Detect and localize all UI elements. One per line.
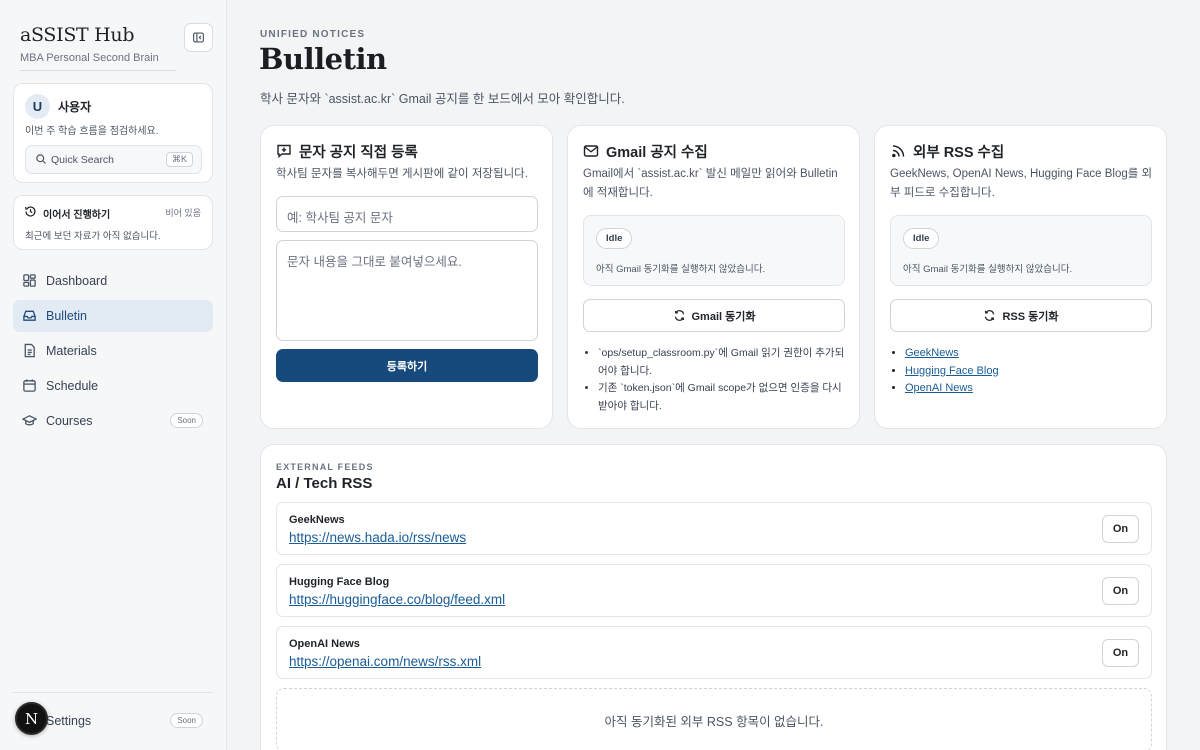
rss-link[interactable]: Hugging Face Blog [905,365,999,377]
rss-link[interactable]: OpenAI News [905,382,973,394]
sidebar-item-materials[interactable]: Materials [13,335,213,367]
empty-state: 아직 동기화된 외부 RSS 항목이 없습니다. [276,688,1152,750]
user-name: 사용자 [58,100,92,114]
feed-url-link[interactable]: https://openai.com/news/rss.xml [289,654,481,669]
feed-toggle-button[interactable]: On [1102,515,1139,543]
continue-description: 최근에 보던 자료가 아직 없습니다. [25,231,161,242]
gmail-sync-label: Gmail 동기화 [691,310,756,323]
status-badge: Idle [596,228,633,249]
note-item: `ops/setup_classroom.py`에 Gmail 읽기 권한이 추… [598,345,845,380]
inbox-icon [23,310,36,321]
status-panel: Idle 아직 Gmail 동기화를 실행하지 않았습니다. [583,215,845,286]
sidebar-item-dashboard[interactable]: Dashboard [13,265,213,297]
soon-badge: Soon [170,713,203,728]
sidebar-divider [13,692,213,693]
sidebar: aSSIST Hub MBA Personal Second Brain U 사… [0,0,227,750]
status-text: 아직 Gmail 동기화를 실행하지 않았습니다. [596,264,766,275]
feed-row: Hugging Face Blog https://huggingface.co… [276,564,1152,617]
brand: aSSIST Hub MBA Personal Second Brain [20,24,159,64]
external-feeds-card: EXTERNAL FEEDS AI / Tech RSS GeekNews ht… [260,444,1167,750]
sidebar-item-label: Schedule [46,379,99,393]
continue-title: 이어서 진행하기 [43,210,111,221]
sidebar-item-label: Materials [46,344,97,358]
sms-notice-card: 문자 공지 직접 등록 학사팀 문자를 복사해두면 게시판에 같이 저장됩니다.… [260,125,553,429]
feed-row: GeekNews https://news.hada.io/rss/news O… [276,502,1152,555]
feed-name: OpenAI News [289,638,360,650]
rss-collect-card: 외부 RSS 수집 GeekNews, OpenAI News, Hugging… [874,125,1167,429]
feed-name: Hugging Face Blog [289,576,390,588]
continue-state: 비어 있음 [165,208,201,218]
sidebar-toggle-icon [193,32,204,43]
user-description: 이번 주 학습 흐름을 점검하세요. [25,126,159,137]
feeds-eyebrow: EXTERNAL FEEDS [276,462,374,472]
rss-link-item: OpenAI News [905,380,1152,398]
page-description: 학사 문자와 `assist.ac.kr` Gmail 공지를 한 보드에서 모… [260,92,625,106]
gmail-collect-card: Gmail 공지 수집 Gmail에서 `assist.ac.kr` 발신 메일… [567,125,860,429]
card-title: 외부 RSS 수집 [913,145,1005,161]
refresh-icon [674,310,684,321]
page-eyebrow: UNIFIED NOTICES [260,29,366,40]
avatar[interactable]: U [25,94,50,119]
status-text: 아직 Gmail 동기화를 실행하지 않았습니다. [903,264,1073,275]
card-title: 문자 공지 직접 등록 [299,145,418,161]
status-panel: Idle 아직 Gmail 동기화를 실행하지 않았습니다. [890,215,1152,286]
notice-title-input[interactable]: 예: 학사팀 공지 문자 [276,196,538,232]
card-description: Gmail에서 `assist.ac.kr` 발신 메일만 읽어와 Bullet… [583,168,838,199]
card-title: Gmail 공지 수집 [606,145,708,161]
history-icon [25,206,36,217]
notice-body-textarea[interactable]: 문자 내용을 그대로 붙여넣으세요. [276,240,538,341]
rss-source-links: GeekNews Hugging Face Blog OpenAI News [890,345,1152,398]
sidebar-item-label: Courses [46,414,93,428]
brand-divider [20,70,176,71]
rss-link-item: GeekNews [905,345,1152,363]
search-icon [36,154,46,164]
grid-icon [23,274,36,287]
sidebar-item-label: Settings [46,714,92,728]
rss-icon [892,145,905,158]
soon-badge: Soon [170,413,203,428]
sidebar-item-schedule[interactable]: Schedule [13,370,213,402]
continue-card: 이어서 진행하기 비어 있음 최근에 보던 자료가 아직 없습니다. [13,195,213,250]
feed-toggle-button[interactable]: On [1102,639,1139,667]
feed-url-link[interactable]: https://huggingface.co/blog/feed.xml [289,592,505,607]
register-button[interactable]: 등록하기 [276,349,538,382]
quick-search-button[interactable]: Quick Search ⌘K [25,145,202,174]
sidebar-nav: Dashboard Bulletin Materials Schedule Co… [13,265,213,440]
rss-link-item: Hugging Face Blog [905,363,1152,381]
mail-icon [583,145,599,157]
page-title: Bulletin [259,42,387,76]
shortcut-hint: ⌘K [165,152,193,167]
rss-link[interactable]: GeekNews [905,347,959,359]
note-item: 기존 `token.json`에 Gmail scope가 없으면 인증을 다시… [598,380,845,415]
feed-name: GeekNews [289,514,345,526]
card-description: 학사팀 문자를 복사해두면 게시판에 같이 저장됩니다. [276,168,528,180]
feed-url-link[interactable]: https://news.hada.io/rss/news [289,530,466,545]
user-card: U 사용자 이번 주 학습 흐름을 점검하세요. Quick Search ⌘K [13,83,213,183]
feeds-title: AI / Tech RSS [276,475,373,492]
message-plus-icon [277,144,291,158]
card-description: GeekNews, OpenAI News, Hugging Face Blog… [890,168,1153,199]
rss-sync-label: RSS 동기화 [1002,310,1059,323]
sidebar-item-bulletin[interactable]: Bulletin [13,300,213,332]
status-badge: Idle [903,228,940,249]
feed-row: OpenAI News https://openai.com/news/rss.… [276,626,1152,679]
quick-search-label: Quick Search [51,154,115,166]
sidebar-item-label: Dashboard [46,274,108,288]
gmail-sync-button[interactable]: Gmail 동기화 [583,299,845,332]
sidebar-item-courses[interactable]: Courses Soon [13,405,213,437]
gmail-notes: `ops/setup_classroom.py`에 Gmail 읽기 권한이 추… [583,345,845,415]
graduation-cap-icon [22,415,37,426]
main-content: UNIFIED NOTICES Bulletin 학사 문자와 `assist.… [227,0,1200,750]
next-dev-badge[interactable]: N [15,702,48,735]
collapse-sidebar-button[interactable] [184,23,213,52]
feed-toggle-button[interactable]: On [1102,577,1139,605]
refresh-icon [985,310,995,321]
brand-subtitle: MBA Personal Second Brain [20,52,159,64]
document-icon [24,343,35,358]
sidebar-item-label: Bulletin [46,309,87,323]
rss-sync-button[interactable]: RSS 동기화 [890,299,1152,332]
brand-title: aSSIST Hub [20,24,135,46]
calendar-icon [23,379,36,392]
